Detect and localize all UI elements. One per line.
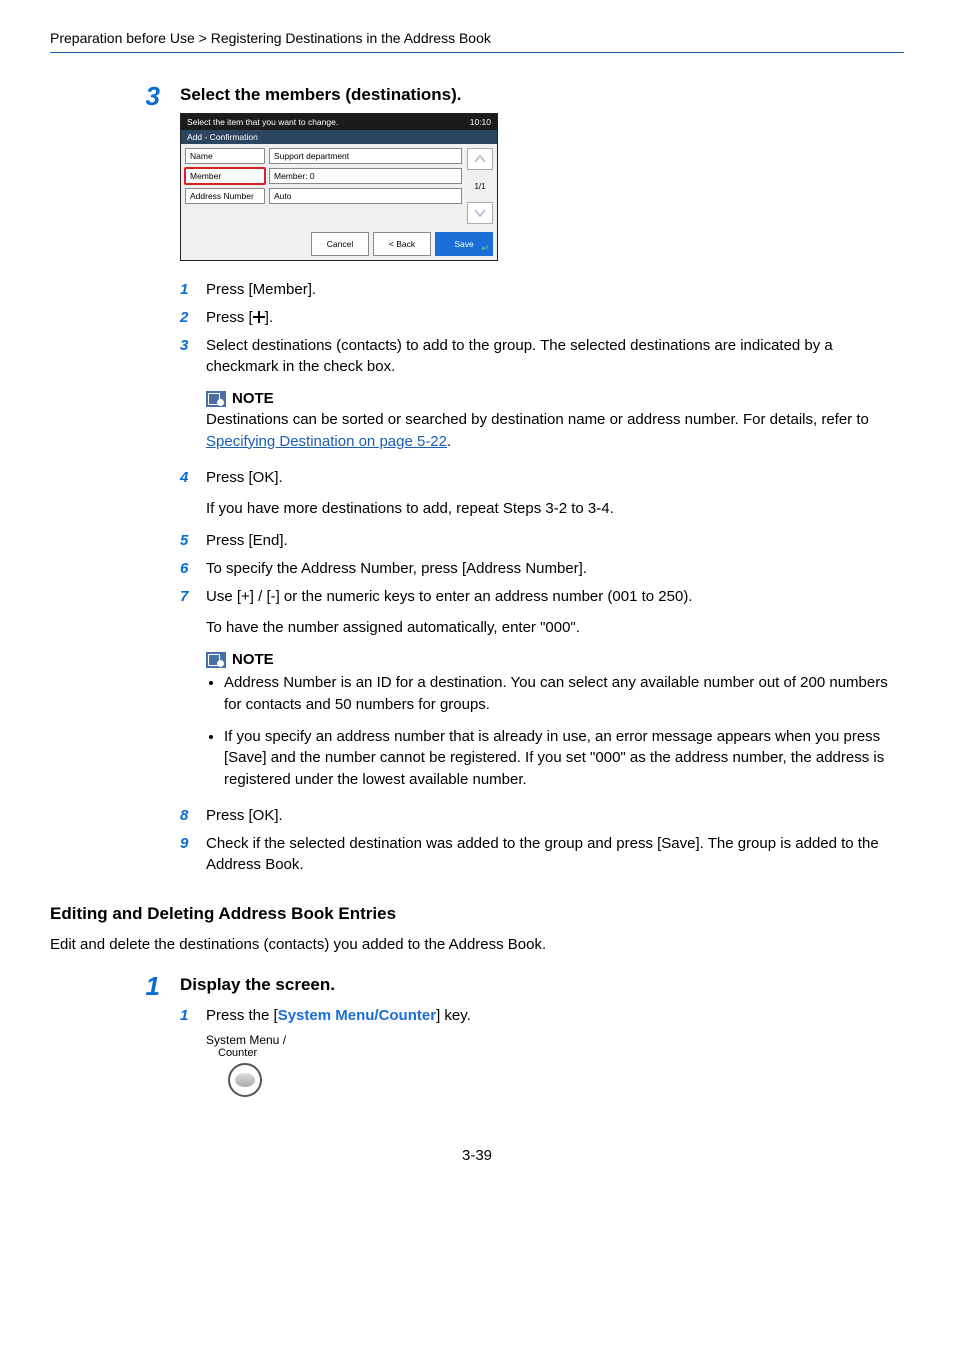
hardware-button-icon xyxy=(228,1063,262,1097)
step-1-text: Press [Member]. xyxy=(206,279,904,301)
device-cancel-button[interactable]: Cancel xyxy=(311,232,369,256)
page-number: 3-39 xyxy=(50,1147,904,1164)
major-step-1-number: 1 xyxy=(130,973,160,999)
step-8-text: Press [OK]. xyxy=(206,805,904,827)
enter-icon: ↵ xyxy=(481,243,489,254)
note-title: NOTE xyxy=(232,390,274,407)
note-body: Destinations can be sorted or searched b… xyxy=(206,409,904,453)
step-9-text: Check if the selected destination was ad… xyxy=(206,833,904,877)
device-name-value: Support department xyxy=(269,148,462,164)
device-message: Select the item that you want to change. xyxy=(187,117,338,127)
breadcrumb: Preparation before Use > Registering Des… xyxy=(50,30,904,53)
device-page-indicator: 1/1 xyxy=(474,170,485,202)
step-1-text: Press the [System Menu/Counter] key. xyxy=(206,1005,904,1027)
note-bullet: Address Number is an ID for a destinatio… xyxy=(224,672,904,716)
step-5-text: Press [End]. xyxy=(206,530,904,552)
step-number: 1 xyxy=(180,1005,194,1027)
step-number: 9 xyxy=(180,833,194,877)
device-name-button[interactable]: Name xyxy=(185,148,265,164)
step-4-extra: If you have more destinations to add, re… xyxy=(206,498,904,520)
device-back-button[interactable]: < Back xyxy=(373,232,431,256)
device-address-number-button[interactable]: Address Number xyxy=(185,188,265,204)
major-step-1-title: Display the screen. xyxy=(180,975,335,995)
note-icon xyxy=(206,391,226,407)
system-menu-counter-key: System Menu/Counter xyxy=(278,1007,436,1024)
note-box: NOTE Destinations can be sorted or searc… xyxy=(206,390,904,453)
device-scroll-up[interactable] xyxy=(467,148,493,170)
device-time: 10:10 xyxy=(470,117,491,127)
note-box: NOTE Address Number is an ID for a desti… xyxy=(206,651,904,791)
step-6-text: To specify the Address Number, press [Ad… xyxy=(206,558,904,580)
major-step-3-number: 3 xyxy=(130,83,160,109)
device-address-number-value: Auto xyxy=(269,188,462,204)
plus-icon xyxy=(253,311,265,323)
device-scroll-down[interactable] xyxy=(467,202,493,224)
step-number: 5 xyxy=(180,530,194,552)
step-number: 1 xyxy=(180,279,194,301)
reference-link[interactable]: Specifying Destination on page 5-22 xyxy=(206,433,447,450)
step-7-extra: To have the number assigned automaticall… xyxy=(206,617,904,639)
note-icon xyxy=(206,652,226,668)
step-number: 6 xyxy=(180,558,194,580)
step-number: 4 xyxy=(180,467,194,489)
major-step-3-title: Select the members (destinations). xyxy=(180,85,462,105)
section-heading: Editing and Deleting Address Book Entrie… xyxy=(50,904,904,924)
note-bullet: If you specify an address number that is… xyxy=(224,726,904,791)
step-2-text: Press []. xyxy=(206,307,904,329)
step-number: 3 xyxy=(180,335,194,379)
hardware-button-figure: System Menu / Counter xyxy=(206,1033,904,1097)
device-member-button[interactable]: Member xyxy=(185,168,265,184)
device-screen: Select the item that you want to change.… xyxy=(180,113,498,261)
step-7-text: Use [+] / [-] or the numeric keys to ent… xyxy=(206,586,904,608)
device-subtitle: Add - Confirmation xyxy=(181,130,497,144)
note-title: NOTE xyxy=(232,651,274,668)
step-number: 7 xyxy=(180,586,194,608)
step-3-text: Select destinations (contacts) to add to… xyxy=(206,335,904,379)
step-number: 2 xyxy=(180,307,194,329)
step-number: 8 xyxy=(180,805,194,827)
section-intro: Edit and delete the destinations (contac… xyxy=(50,934,904,955)
device-member-value: Member: 0 xyxy=(269,168,462,184)
device-save-button[interactable]: Save ↵ xyxy=(435,232,493,256)
step-4-text: Press [OK]. xyxy=(206,467,904,489)
